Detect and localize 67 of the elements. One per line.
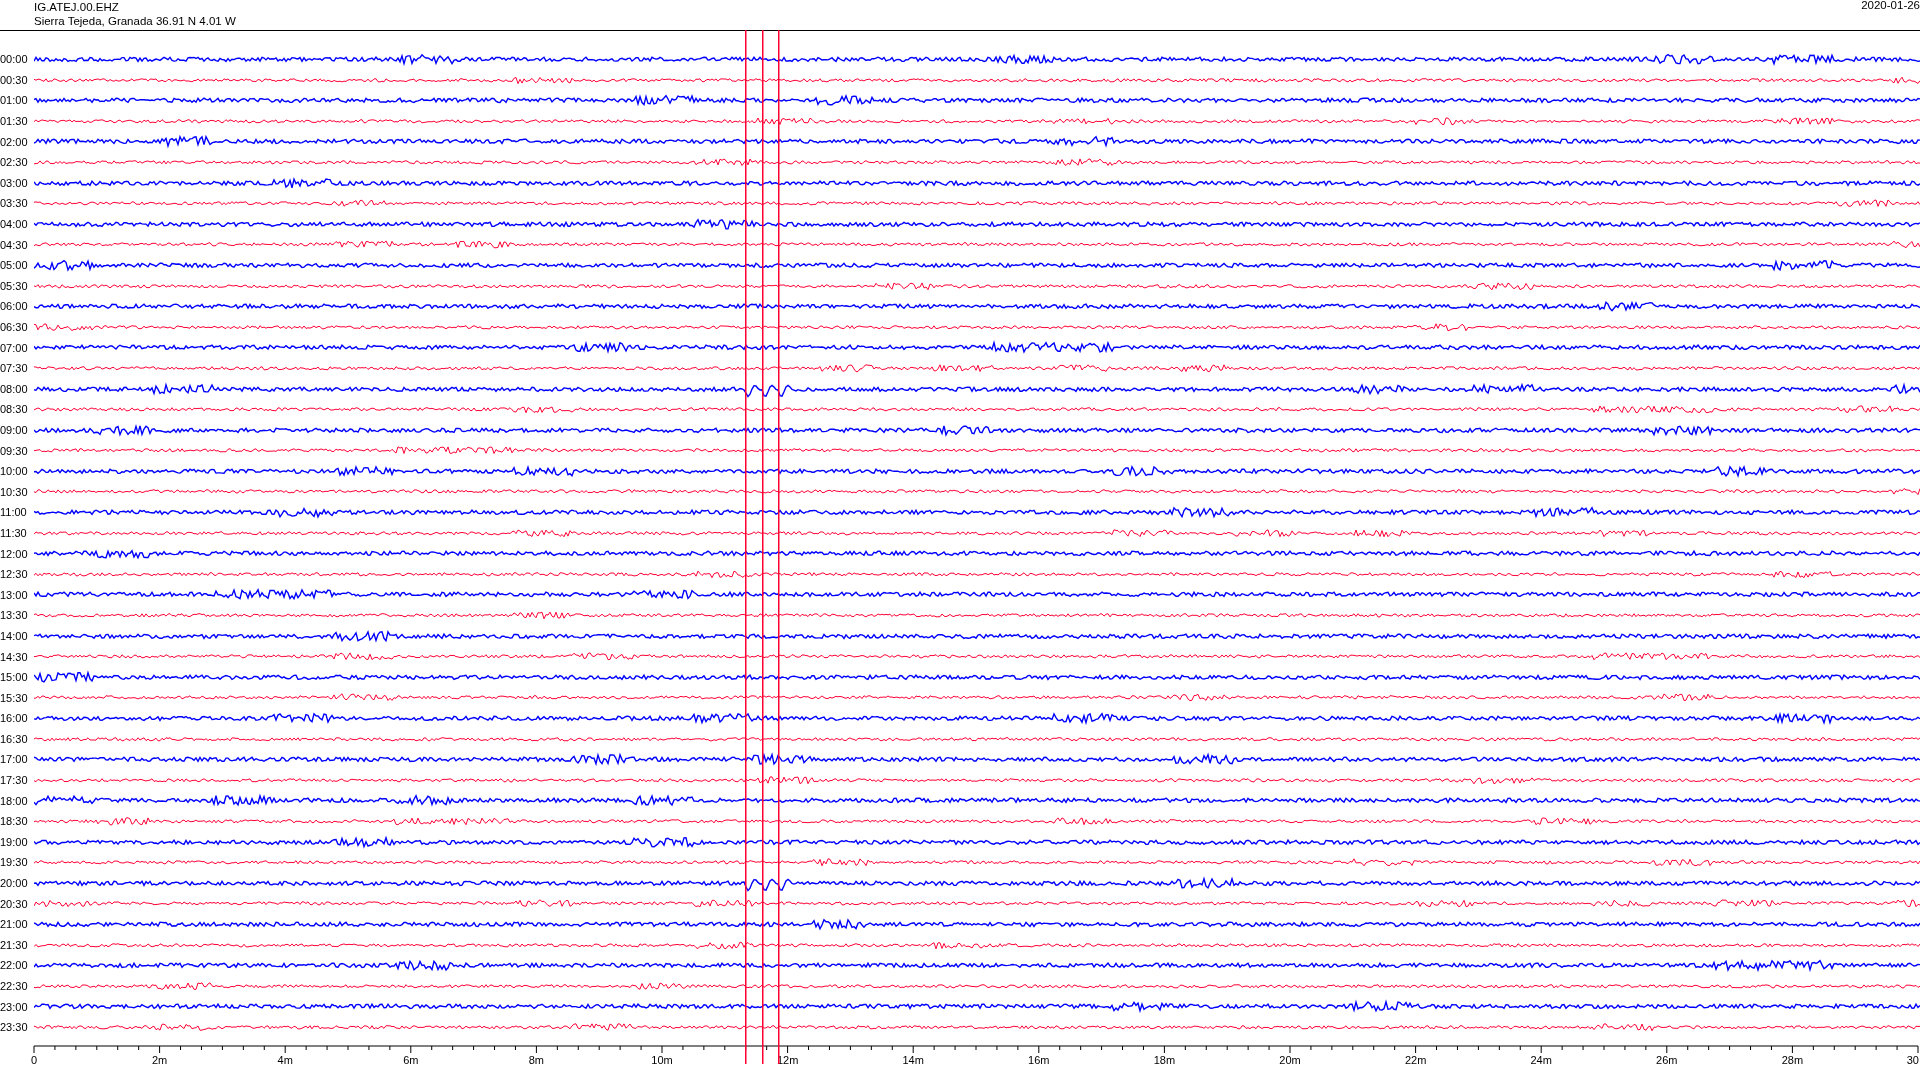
time-label: 05:00 — [0, 259, 29, 272]
time-label: 01:30 — [0, 115, 29, 128]
time-label: 21:00 — [0, 918, 29, 931]
axis-tick-label: 30 — [1906, 1054, 1919, 1066]
time-label: 04:00 — [0, 218, 29, 231]
time-label: 12:30 — [0, 568, 29, 581]
time-label: 21:30 — [0, 938, 29, 951]
axis-tick-label: 26m — [1656, 1054, 1678, 1066]
axis-tick-label: 10m — [651, 1054, 673, 1066]
time-label: 03:00 — [0, 176, 29, 189]
time-label: 10:30 — [0, 485, 29, 498]
time-label: 10:00 — [0, 465, 29, 478]
axis-tick-label: 8m — [528, 1054, 545, 1066]
time-label: 18:00 — [0, 794, 29, 807]
time-label: 19:00 — [0, 835, 29, 848]
axis-tick-label: 14m — [902, 1054, 924, 1066]
axis-tick-label: 16m — [1028, 1054, 1050, 1066]
time-label: 08:30 — [0, 403, 29, 416]
time-label: 17:00 — [0, 753, 29, 766]
time-label: 07:00 — [0, 341, 29, 354]
time-label: 20:30 — [0, 897, 29, 910]
time-label: 22:30 — [0, 980, 29, 992]
axis-tick-label: 6m — [403, 1054, 419, 1066]
time-label: 11:30 — [0, 526, 28, 539]
time-label: 15:30 — [0, 691, 29, 704]
plot-date: 2020-01-26 — [1861, 0, 1920, 13]
time-label: 03:30 — [0, 197, 29, 210]
axis-tick-label: 2m — [151, 1054, 168, 1066]
axis-tick-label: 24m — [1530, 1054, 1552, 1066]
time-label: 08:00 — [0, 382, 29, 395]
time-label: 06:00 — [0, 300, 29, 313]
time-label: 20:00 — [0, 877, 29, 890]
axis-tick-label: 20m — [1279, 1054, 1301, 1066]
time-label: 05:30 — [0, 279, 29, 292]
time-label: 07:30 — [0, 362, 29, 375]
time-label: 09:00 — [0, 424, 29, 436]
time-label: 14:30 — [0, 650, 29, 663]
time-label: 06:30 — [0, 321, 29, 333]
time-label: 11:00 — [0, 506, 28, 519]
time-label: 01:00 — [0, 94, 29, 107]
station-code: IG.ATEJ.00.EHZ — [34, 0, 120, 14]
time-label: 13:30 — [0, 609, 29, 622]
axis-tick-label: 22m — [1404, 1054, 1427, 1066]
time-label: 16:30 — [0, 732, 29, 745]
time-label: 14:00 — [0, 629, 29, 642]
time-label: 09:30 — [0, 444, 29, 457]
axis-tick-label: 18m — [1153, 1054, 1176, 1066]
time-label: 16:00 — [0, 712, 29, 725]
time-label: 13:00 — [0, 588, 29, 601]
time-label: 00:30 — [0, 73, 29, 86]
time-label: 23:00 — [0, 1000, 29, 1013]
axis-tick-label: 0 — [30, 1054, 38, 1066]
time-label: 02:30 — [0, 156, 29, 169]
time-label: 17:30 — [0, 774, 29, 787]
time-label: 19:30 — [0, 856, 29, 869]
time-label: 15:00 — [0, 671, 29, 684]
time-label: 02:00 — [0, 135, 29, 148]
time-label: 18:30 — [0, 815, 29, 828]
time-label: 12:00 — [0, 547, 29, 560]
time-label: 00:00 — [0, 53, 29, 66]
axis-tick-label: 12m — [776, 1054, 799, 1066]
time-label: 04:30 — [0, 238, 29, 251]
axis-tick-label: 4m — [277, 1054, 293, 1066]
time-label: 23:30 — [0, 1021, 29, 1034]
station-location: Sierra Tejeda, Granada 36.91 N 4.01 W — [34, 14, 236, 28]
axis-tick-label: 28m — [1781, 1054, 1804, 1066]
time-label: 22:00 — [0, 959, 29, 972]
